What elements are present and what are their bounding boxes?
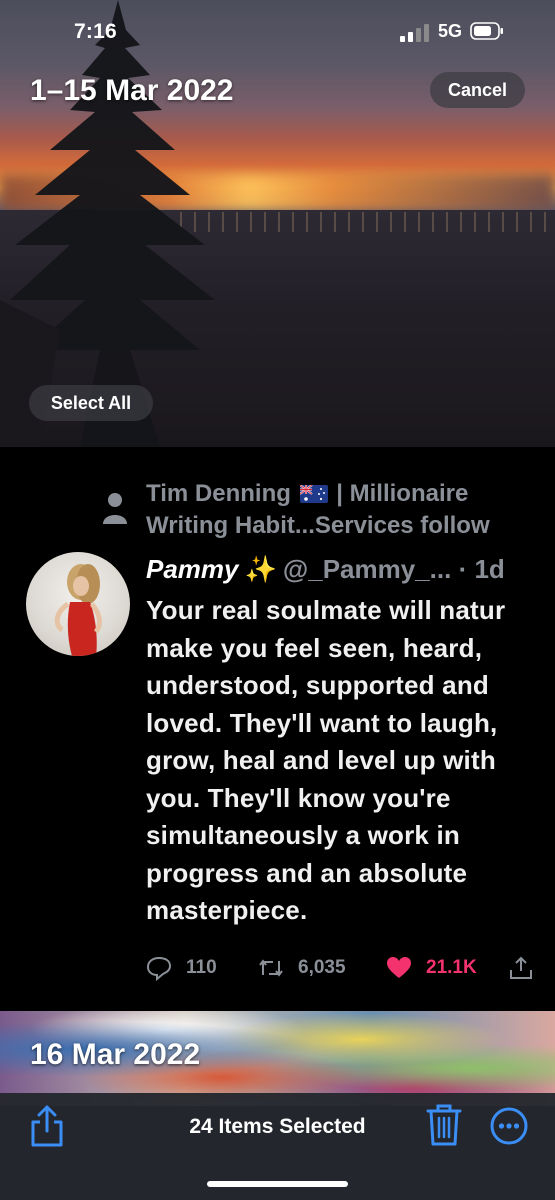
tweet-age: · 1d — [458, 554, 505, 584]
home-indicator — [207, 1181, 348, 1187]
retweeted-by-line: Tim Denning | Millionaire Writing Habit.… — [146, 478, 555, 542]
section-date-title: 1–15 Mar 2022 — [30, 74, 234, 107]
pine-tree-silhouette — [0, 0, 260, 447]
reply-count: 110 — [186, 957, 217, 978]
status-time: 7:16 — [74, 20, 117, 43]
heart-icon — [387, 957, 411, 978]
tweet-actions: 110 6,035 21.1K — [146, 955, 546, 989]
status-bar: 7:16 5G — [0, 0, 555, 60]
select-all-button[interactable]: Select All — [29, 385, 153, 421]
like-action: 21.1K — [386, 955, 477, 981]
share-icon — [510, 956, 532, 979]
retweet-action: 6,035 — [258, 955, 346, 981]
retweet-count: 6,035 — [298, 957, 346, 978]
reply-action: 110 — [146, 955, 217, 981]
retweet-icon — [259, 959, 283, 977]
sparkles-icon: ✨ — [244, 554, 277, 584]
tweet-text: Your real soulmate will natur make you f… — [146, 595, 506, 925]
battery-icon — [470, 22, 503, 40]
network-type: 5G — [438, 21, 463, 41]
photo-thumbnail-sunset[interactable] — [0, 0, 555, 447]
tweet-author-line: Pammy ✨ @_Pammy_... · 1d — [146, 552, 505, 586]
section-date-title-2: 16 Mar 2022 — [30, 1038, 201, 1071]
more-options-icon[interactable] — [490, 1107, 528, 1145]
author-handle: @_Pammy_... — [282, 554, 452, 584]
cancel-button[interactable]: Cancel — [430, 72, 525, 108]
author-name: Pammy — [146, 554, 239, 584]
person-icon — [103, 493, 127, 524]
reply-icon — [146, 956, 172, 981]
trash-icon[interactable] — [426, 1103, 462, 1147]
retweeter-bio-part1: | Millionaire — [336, 480, 469, 507]
australia-flag-icon — [299, 485, 328, 503]
selected-count-label: 24 Items Selected — [189, 1115, 366, 1138]
cellular-signal-icon — [400, 24, 429, 42]
retweeter-name: Tim Denning — [146, 480, 291, 507]
tweet-share-action — [508, 955, 548, 981]
author-avatar — [26, 552, 130, 656]
retweeter-bio-part2: Writing Habit...Services follow — [146, 512, 490, 539]
like-count: 21.1K — [426, 957, 477, 978]
